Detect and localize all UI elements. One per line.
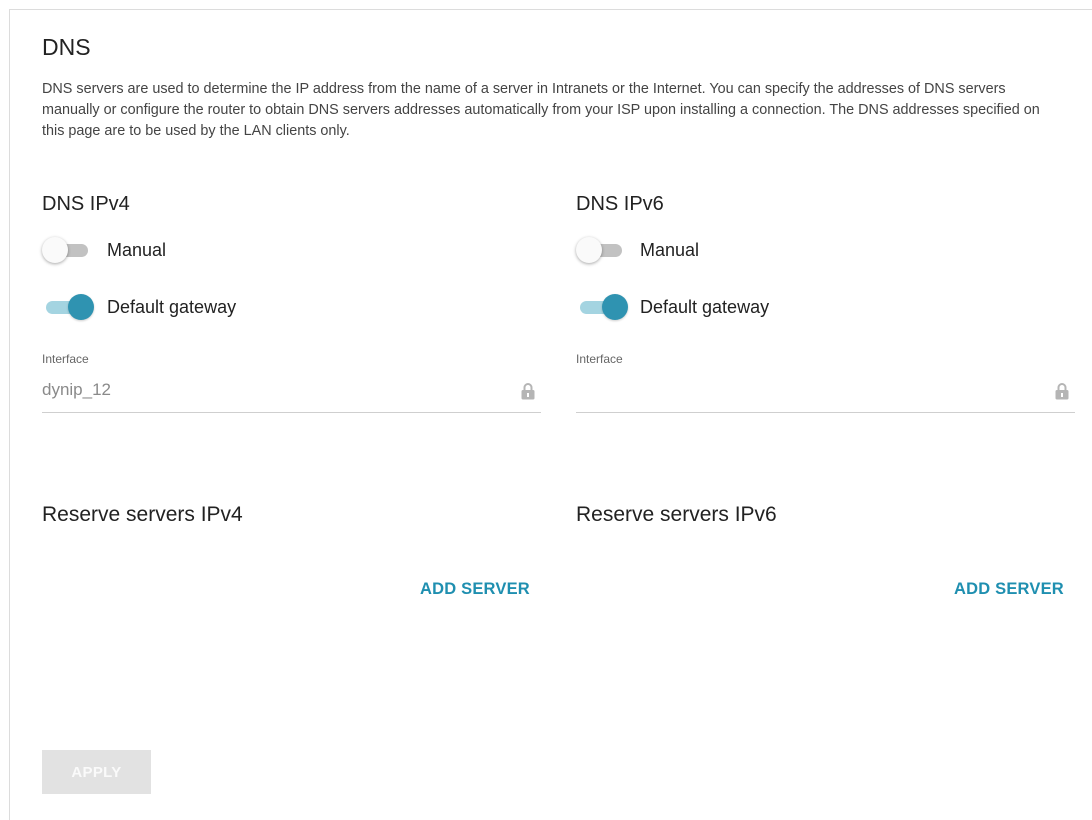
- toggle-knob: [42, 237, 68, 263]
- dns-ipv6-title: DNS IPv6: [576, 193, 664, 215]
- apply-button[interactable]: APPLY: [42, 750, 151, 794]
- ipv4-manual-label: Manual: [107, 240, 167, 260]
- dns-settings-panel: DNS DNS servers are used to determine th…: [9, 9, 1092, 820]
- dns-ipv4-title: DNS IPv4: [42, 193, 130, 215]
- ipv4-manual-toggle[interactable]: [42, 237, 94, 263]
- ipv6-interface-field: [576, 378, 1075, 413]
- ipv6-default-gateway-label: Default gateway: [640, 297, 770, 317]
- ipv6-default-gateway-toggle[interactable]: [576, 294, 628, 320]
- page-title: DNS: [42, 34, 91, 60]
- toggle-knob: [576, 237, 602, 263]
- ipv4-interface-label: Interface: [42, 352, 89, 366]
- ipv6-add-server-button[interactable]: ADD SERVER: [954, 580, 1064, 599]
- toggle-knob: [68, 294, 94, 320]
- ipv4-default-gateway-label: Default gateway: [107, 297, 237, 317]
- ipv4-add-server-button[interactable]: ADD SERVER: [420, 580, 530, 599]
- page-description: DNS servers are used to determine the IP…: [42, 81, 1040, 139]
- lock-icon: [1055, 383, 1069, 400]
- lock-icon: [521, 383, 535, 400]
- toggle-knob: [602, 294, 628, 320]
- ipv4-interface-value: dynip_12: [42, 380, 112, 399]
- ipv4-interface-field: dynip_12: [42, 378, 541, 413]
- reserve-servers-ipv4-title: Reserve servers IPv4: [42, 503, 243, 526]
- ipv4-default-gateway-toggle[interactable]: [42, 294, 94, 320]
- ipv6-interface-label: Interface: [576, 352, 623, 366]
- reserve-servers-ipv6-title: Reserve servers IPv6: [576, 503, 777, 526]
- ipv6-manual-label: Manual: [640, 240, 700, 260]
- ipv6-manual-toggle[interactable]: [576, 237, 628, 263]
